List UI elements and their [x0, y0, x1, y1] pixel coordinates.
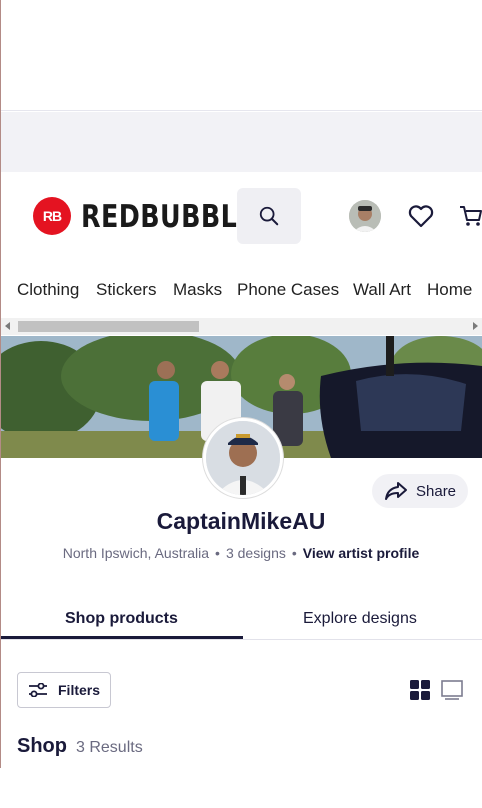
shop-title: Shop [17, 735, 67, 757]
meta-separator: • [291, 545, 297, 561]
account-avatar[interactable] [349, 200, 381, 232]
nav-item-wall-art[interactable]: Wall Art [353, 280, 411, 300]
shop-results-count: 3 Results [76, 739, 143, 756]
share-button[interactable]: Share [372, 474, 468, 508]
horizontal-scrollbar[interactable] [1, 318, 482, 335]
scroll-right-arrow-icon[interactable] [473, 322, 478, 330]
site-header: RB REDBUBBLE [1, 172, 482, 260]
category-nav: Clothing Stickers Masks Phone Cases Wall… [1, 270, 482, 310]
filters-button[interactable]: Filters [17, 672, 111, 708]
nav-item-clothing[interactable]: Clothing [17, 280, 79, 300]
announcement-band [1, 112, 482, 172]
single-view-icon[interactable] [441, 680, 463, 700]
artist-location: North Ipswich, Australia [62, 545, 210, 561]
view-artist-profile-link[interactable]: View artist profile [303, 545, 419, 561]
share-icon [385, 482, 407, 500]
avatar-image [349, 200, 381, 232]
active-tab-indicator [1, 636, 243, 639]
nav-item-stickers[interactable]: Stickers [96, 280, 156, 300]
cart-icon[interactable] [459, 204, 482, 228]
artist-name: CaptainMikeAU [156, 508, 326, 534]
scroll-left-arrow-icon[interactable] [5, 322, 10, 330]
filters-label: Filters [58, 682, 101, 698]
profile-tabs: Shop products Explore designs [1, 600, 482, 640]
nav-item-masks[interactable]: Masks [173, 280, 222, 300]
share-label: Share [416, 482, 457, 500]
tab-explore-designs[interactable]: Explore designs [303, 610, 417, 628]
artist-designs-count: 3 designs [225, 545, 286, 561]
search-button[interactable] [237, 188, 301, 244]
redbubble-logo-text[interactable]: REDBUBBLE [81, 199, 255, 235]
artist-meta: North Ipswich, Australia • 3 designs • View … [0, 545, 482, 561]
redbubble-logo-mark[interactable]: RB [33, 197, 71, 235]
nav-item-phone-cases[interactable]: Phone Cases [237, 280, 339, 300]
heart-icon[interactable] [408, 204, 434, 228]
tab-shop-products[interactable]: Shop products [65, 610, 178, 628]
scrollbar-thumb[interactable] [18, 321, 199, 332]
top-blank-area [1, 0, 482, 111]
grid-view-icon[interactable] [410, 680, 430, 700]
nav-item-home[interactable]: Home [427, 280, 472, 300]
search-icon [259, 206, 279, 226]
artist-avatar [203, 418, 283, 498]
sliders-icon [29, 683, 47, 697]
meta-separator: • [215, 545, 220, 561]
artist-avatar-image [206, 421, 280, 495]
